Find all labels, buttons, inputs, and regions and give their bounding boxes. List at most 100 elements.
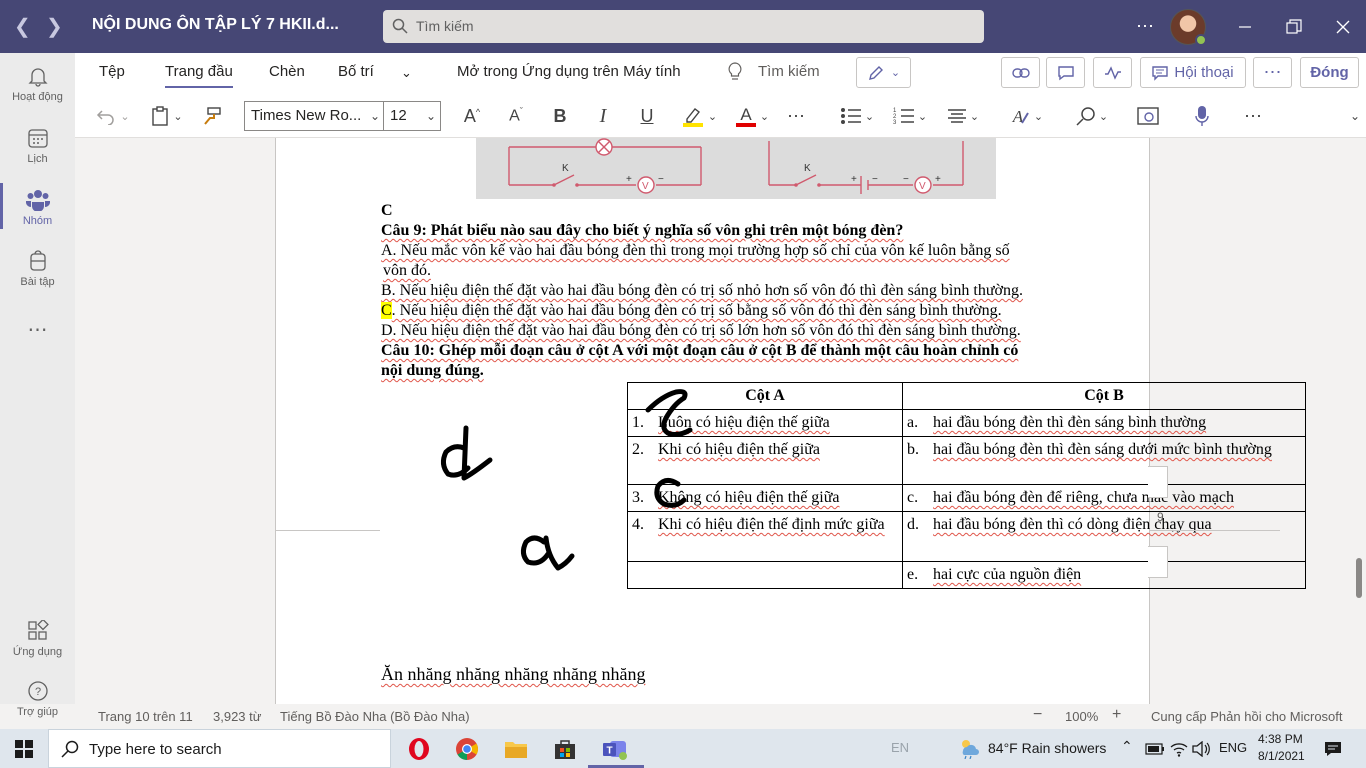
lightbulb-icon <box>727 62 743 86</box>
more-actions-button[interactable]: ⋯ <box>1253 57 1292 88</box>
svg-text:K: K <box>562 163 569 174</box>
clock-time[interactable]: 4:38 PM <box>1258 732 1303 746</box>
store-app[interactable] <box>551 735 579 763</box>
undo-button[interactable]: ⌄ <box>93 102 133 130</box>
opera-app[interactable] <box>405 735 433 763</box>
show-hidden-icons-chevron-icon[interactable]: ⌃ <box>1121 738 1133 755</box>
question-9-option-c-text: . Nếu hiệu điện thế đặt vào hai đầu bóng… <box>391 302 1002 319</box>
more-tabs-chevron-icon[interactable]: ⌄ <box>401 65 412 81</box>
search-box[interactable]: Tìm kiếm <box>383 10 984 43</box>
rail-item-calendar[interactable]: Lịch <box>0 127 75 165</box>
tab-home[interactable]: Trang đầu <box>165 63 233 88</box>
comment-margin-marker[interactable] <box>1148 466 1168 498</box>
grow-font-button[interactable]: A^ <box>459 102 485 130</box>
chevron-down-icon: ⌄ <box>120 110 130 123</box>
clipboard-icon <box>152 106 169 126</box>
rail-label-help: Trợ giúp <box>16 706 59 718</box>
feedback-link[interactable]: Cung cấp Phản hồi cho Microsoft <box>1151 709 1343 724</box>
document-page[interactable]: K K V V + − + − − + C Câu 9: Phát biểu n… <box>275 138 1306 704</box>
status-bar: Trang 10 trên 11 3,923 từ Tiếng Bồ Đào N… <box>75 704 1366 729</box>
more-ribbon-options-button[interactable]: ⋯ <box>1240 102 1266 130</box>
comment-margin-marker[interactable] <box>1148 546 1168 578</box>
chevron-down-icon: ⌄ <box>1349 109 1361 123</box>
notifications-icon[interactable] <box>1319 735 1347 763</box>
bell-icon <box>27 68 48 87</box>
align-center-icon <box>947 109 966 123</box>
comments-button[interactable] <box>1046 57 1085 88</box>
open-desktop-app-button[interactable]: Mở trong Ứng dụng trên Máy tính <box>457 63 681 80</box>
conversation-button[interactable]: Hội thoại <box>1140 57 1246 88</box>
avatar[interactable] <box>1170 9 1207 46</box>
close-document-button[interactable]: Đóng <box>1300 57 1359 88</box>
align-button[interactable]: ⌄ <box>943 102 983 130</box>
numbering-button[interactable]: 123 ⌄ <box>890 102 930 130</box>
restore-icon <box>1286 18 1302 34</box>
minimize-button[interactable] <box>1228 0 1262 53</box>
scrollbar-thumb[interactable] <box>1356 558 1362 598</box>
underline-button[interactable]: U <box>634 102 660 130</box>
input-language[interactable]: ENG <box>1219 740 1247 755</box>
undo-icon <box>97 110 115 125</box>
bold-button[interactable]: B <box>547 102 573 130</box>
rail-item-activity[interactable]: Hoạt động <box>0 65 75 103</box>
close-window-button[interactable] <box>1326 0 1360 53</box>
rail-item-help[interactable]: ? Trợ giúp <box>0 680 75 718</box>
zoom-in-button[interactable]: + <box>1112 706 1121 724</box>
font-family-select[interactable]: Times New Ro... ⌄ <box>244 101 385 131</box>
find-button[interactable]: ⌄ <box>1071 102 1113 130</box>
collapse-ribbon-button[interactable]: ⌄ <box>1346 102 1364 130</box>
restore-button[interactable] <box>1277 0 1311 53</box>
volume-icon[interactable] <box>1187 735 1215 763</box>
reading-view-button[interactable] <box>1135 102 1161 130</box>
taskbar-search[interactable]: Type here to search <box>48 729 391 768</box>
font-size-select[interactable]: 12 ⌄ <box>383 101 441 131</box>
font-color-button[interactable]: A ⌄ <box>731 102 773 130</box>
teams-app[interactable]: T <box>601 735 629 763</box>
question-9-option-a: A. Nếu mắc vôn kế vào hai đầu bóng đèn t… <box>381 242 1010 259</box>
format-painter-button[interactable] <box>199 102 225 130</box>
rail-item-teams[interactable]: Nhóm <box>0 183 75 229</box>
share-link-button[interactable] <box>1001 57 1040 88</box>
tab-layout[interactable]: Bố trí <box>338 63 374 80</box>
editing-mode-button[interactable]: ⌄ <box>856 57 911 88</box>
microphone-icon <box>1195 106 1209 126</box>
weather-text[interactable]: 84°F Rain showers <box>988 740 1106 756</box>
rail-item-assignments[interactable]: Bài tập <box>0 250 75 288</box>
more-apps-icon[interactable]: ⋯ <box>0 317 75 342</box>
styles-button[interactable]: A ⌄ <box>1005 102 1047 130</box>
back-arrow-icon[interactable]: ❮ <box>14 14 31 39</box>
italic-button[interactable]: I <box>590 102 616 130</box>
chevron-down-icon: ⌄ <box>707 110 718 123</box>
bullets-button[interactable]: ⌄ <box>837 102 877 130</box>
more-font-options-button[interactable]: ⋯ <box>783 102 809 130</box>
ink-answer-2 <box>440 425 493 481</box>
weather-widget-icon[interactable] <box>955 734 983 762</box>
clock-date[interactable]: 8/1/2021 <box>1258 749 1305 763</box>
page-count: Trang 10 trên 11 <box>98 709 193 724</box>
tab-file[interactable]: Tệp <box>99 63 125 80</box>
tell-me-search[interactable]: Tìm kiếm <box>758 63 820 80</box>
vertical-scrollbar[interactable] <box>1352 138 1366 704</box>
paste-button[interactable]: ⌄ <box>147 102 187 130</box>
minimize-icon <box>1239 25 1251 28</box>
start-button[interactable] <box>10 735 38 763</box>
more-options-icon[interactable]: ⋯ <box>1130 0 1160 53</box>
bold-icon: B <box>553 105 567 126</box>
tab-insert[interactable]: Chèn <box>269 63 305 80</box>
dictate-button[interactable] <box>1189 102 1215 130</box>
row-letter: b. <box>907 441 919 458</box>
activity-button[interactable] <box>1093 57 1132 88</box>
word-count[interactable]: 3,923 từ <box>213 709 261 724</box>
zoom-out-button[interactable]: − <box>1033 706 1042 724</box>
shrink-font-button[interactable]: Aˇ <box>503 102 529 130</box>
highlight-button[interactable]: ⌄ <box>678 102 720 130</box>
matching-table: Cột A Cột B 1. Luôn có hiệu điện thế giữa… <box>627 382 1306 589</box>
file-explorer-app[interactable] <box>502 735 530 763</box>
column-b-text: hai cực của nguồn điện <box>933 566 1082 583</box>
chrome-app[interactable] <box>453 735 481 763</box>
forward-arrow-icon[interactable]: ❯ <box>46 14 63 39</box>
question-9-option-a-cont: vôn đó. <box>383 262 431 279</box>
rail-item-apps[interactable]: Ứng dụng <box>0 620 75 658</box>
opera-icon <box>409 738 429 760</box>
document-language[interactable]: Tiếng Bồ Đào Nha (Bồ Đào Nha) <box>280 709 470 724</box>
